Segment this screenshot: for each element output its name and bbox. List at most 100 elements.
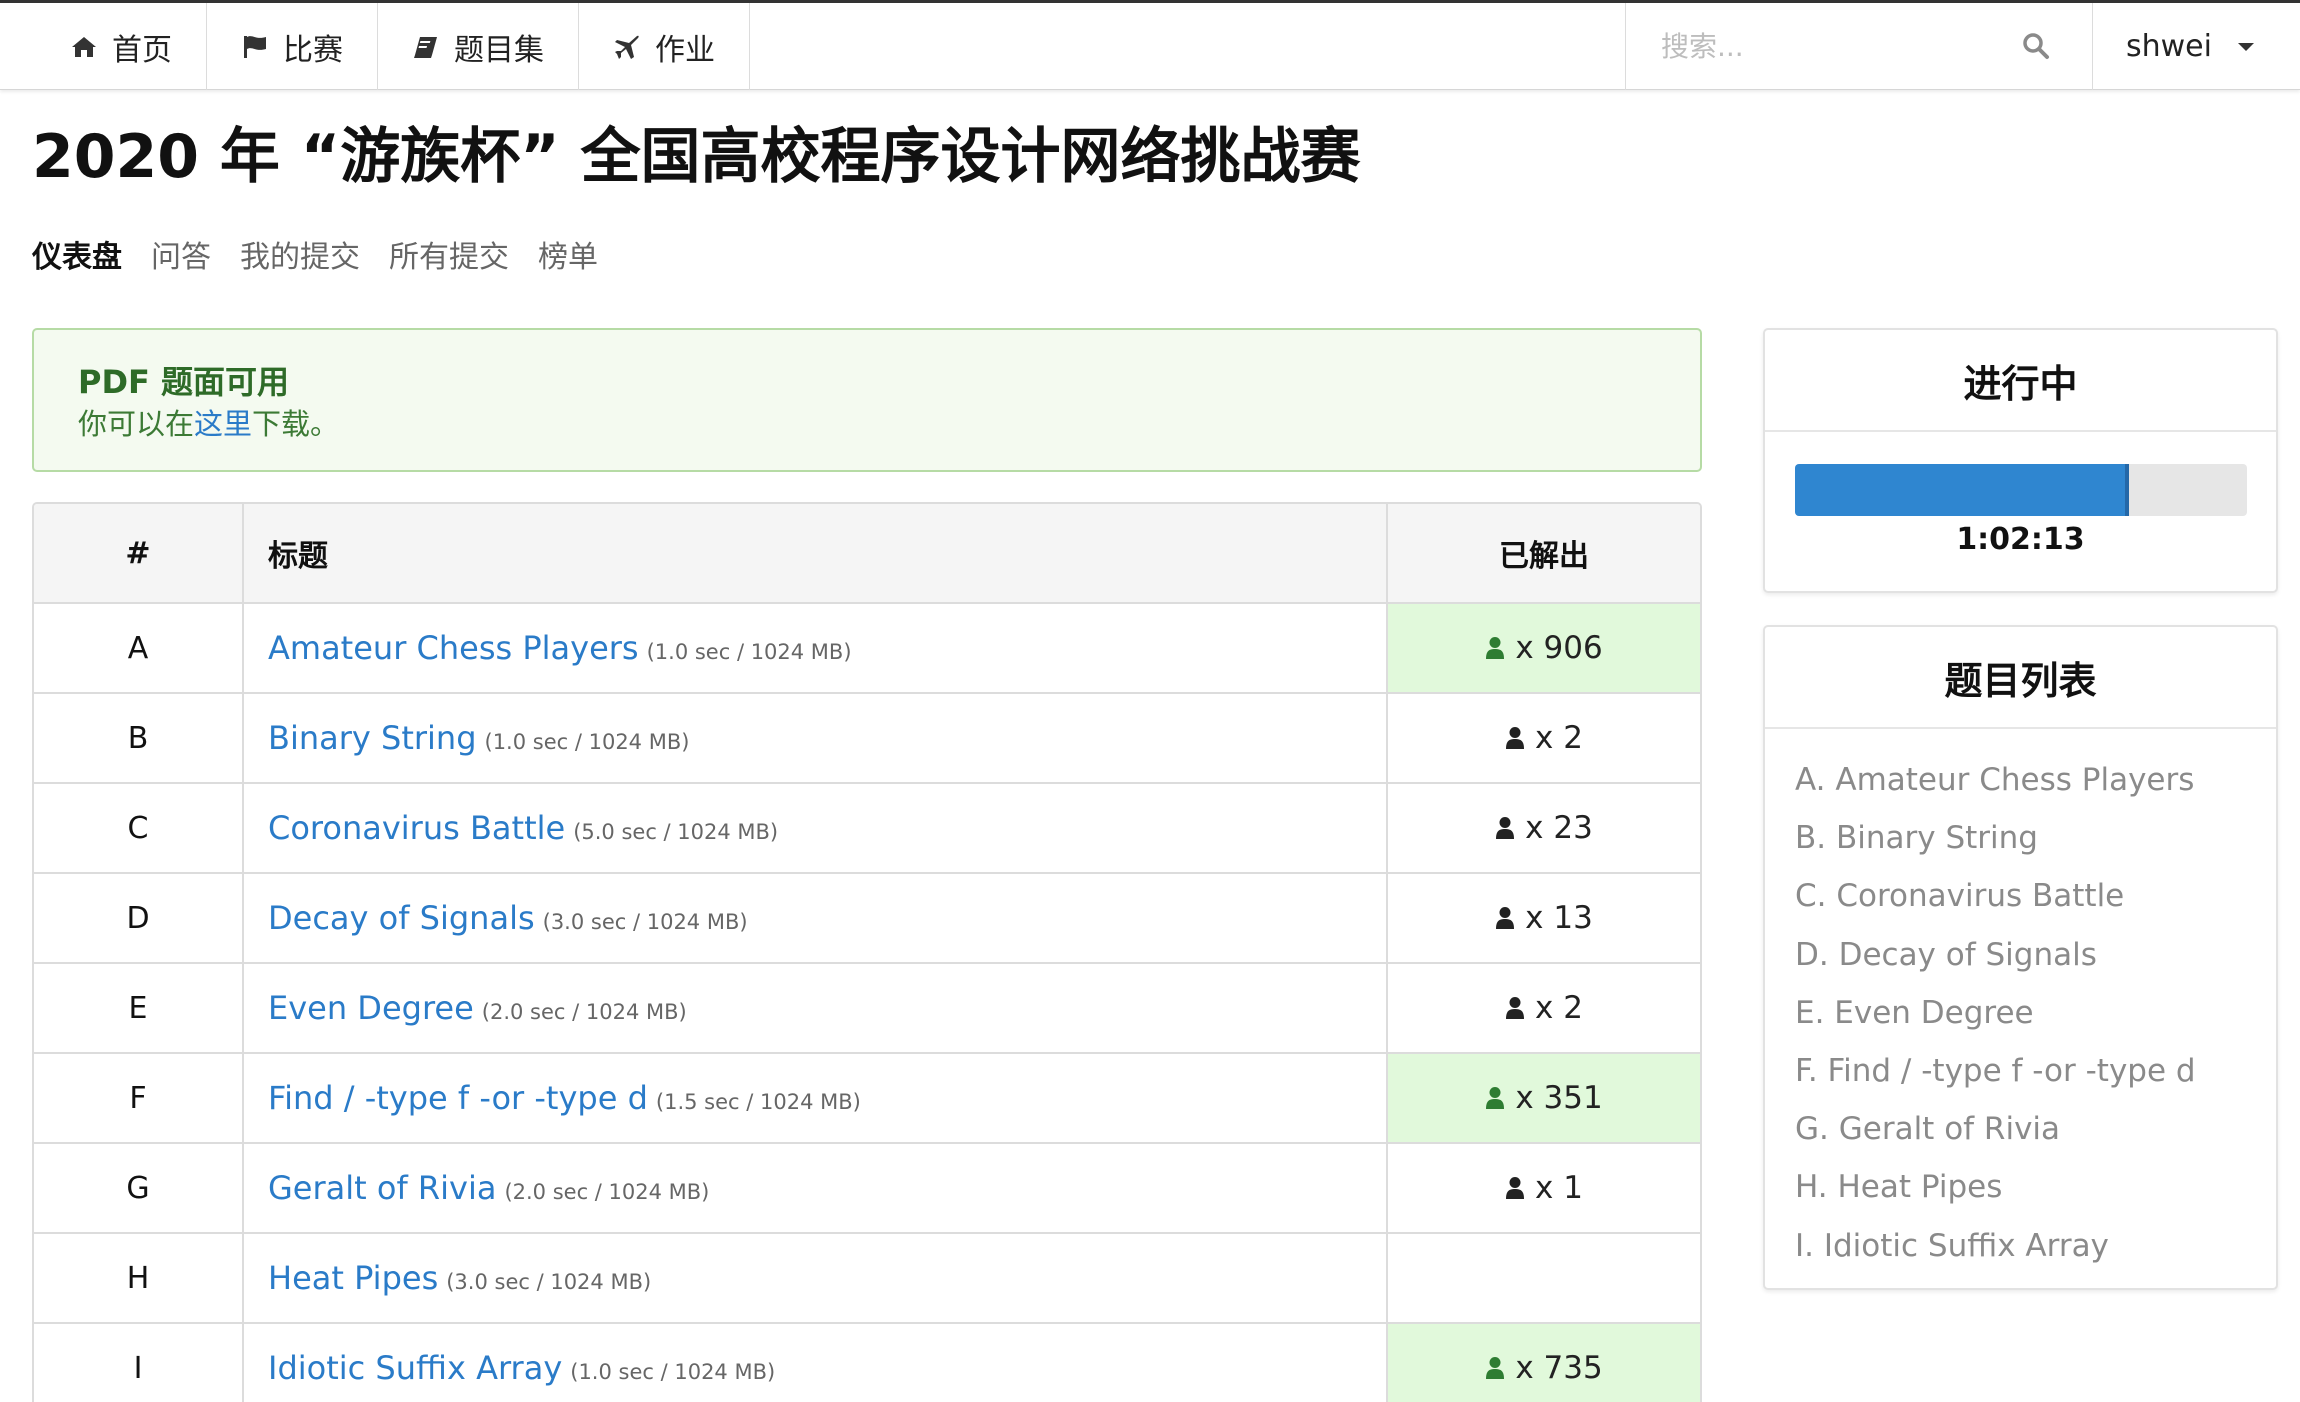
- solved-count: x 351: [1515, 1080, 1603, 1116]
- username: shwei: [2126, 29, 2212, 64]
- solved-count: x 906: [1515, 630, 1603, 666]
- solved-cell: x 2: [1388, 694, 1700, 782]
- user-menu[interactable]: shwei: [2093, 3, 2300, 90]
- problem-title-cell: Even Degree (2.0 sec / 1024 MB): [244, 964, 1388, 1052]
- tab-dashboard[interactable]: 仪表盘: [32, 232, 122, 276]
- user-icon: [1505, 1176, 1525, 1200]
- header-title: 标题: [244, 504, 1388, 602]
- problem-list: A. Amateur Chess Players B. Binary String…: [1765, 729, 2276, 1275]
- problem-link[interactable]: Amateur Chess Players: [268, 629, 639, 667]
- problem-link[interactable]: Decay of Signals: [268, 899, 535, 937]
- table-row: D Decay of Signals (3.0 sec / 1024 MB) x 13: [34, 874, 1700, 964]
- book-icon: [412, 33, 440, 61]
- user-icon: [1485, 1356, 1505, 1380]
- problem-list-card: 题目列表 A. Amateur Chess Players B. Binary S…: [1763, 625, 2278, 1290]
- contest-progress-bar: [1795, 464, 2247, 516]
- table-row: E Even Degree (2.0 sec / 1024 MB) x 2: [34, 964, 1700, 1054]
- solved-count: x 2: [1535, 720, 1583, 756]
- problem-link[interactable]: Idiotic Suffix Array: [268, 1349, 562, 1387]
- problem-table: # 标题 已解出 A Amateur Chess Players (1.0 sec …: [32, 502, 1702, 1402]
- problem-list-item[interactable]: B. Binary String: [1795, 809, 2246, 867]
- problem-link[interactable]: Even Degree: [268, 989, 474, 1027]
- search-input[interactable]: [1661, 30, 1991, 63]
- problem-list-item[interactable]: C. Coronavirus Battle: [1795, 867, 2246, 925]
- search-icon[interactable]: [2022, 32, 2050, 64]
- nav-homework[interactable]: 作业: [579, 3, 750, 90]
- problem-list-item[interactable]: G. Geralt of Rivia: [1795, 1100, 2246, 1158]
- nav-home-label: 首页: [112, 32, 172, 68]
- solved-cell: x 2: [1388, 964, 1700, 1052]
- user-icon: [1485, 1086, 1505, 1110]
- nav-home[interactable]: 首页: [0, 3, 207, 90]
- problem-limits: (1.5 sec / 1024 MB): [655, 1090, 861, 1114]
- user-icon: [1505, 726, 1525, 750]
- user-icon: [1505, 996, 1525, 1020]
- problem-link[interactable]: Geralt of Rivia: [268, 1169, 496, 1207]
- problem-title-cell: Heat Pipes (3.0 sec / 1024 MB): [244, 1234, 1388, 1322]
- problem-id: C: [34, 784, 244, 872]
- problem-id: D: [34, 874, 244, 962]
- problem-title-cell: Geralt of Rivia (2.0 sec / 1024 MB): [244, 1144, 1388, 1232]
- user-icon: [1495, 816, 1515, 840]
- problem-id: A: [34, 604, 244, 692]
- problem-list-item[interactable]: D. Decay of Signals: [1795, 926, 2246, 984]
- tab-standings[interactable]: 榜单: [538, 232, 598, 276]
- table-row: A Amateur Chess Players (1.0 sec / 1024 MB…: [34, 604, 1700, 694]
- status-title: 进行中: [1765, 330, 2276, 432]
- problem-title-cell: Decay of Signals (3.0 sec / 1024 MB): [244, 874, 1388, 962]
- contest-tabs: 仪表盘 问答 我的提交 所有提交 榜单: [32, 232, 598, 276]
- problem-limits: (1.0 sec / 1024 MB): [570, 1360, 776, 1384]
- alert-title: PDF 题面可用: [78, 363, 290, 401]
- problem-list-item[interactable]: F. Find / -type f -or -type d: [1795, 1042, 2246, 1100]
- table-body: A Amateur Chess Players (1.0 sec / 1024 MB…: [34, 604, 1700, 1402]
- plane-icon: [613, 33, 641, 61]
- problem-id: E: [34, 964, 244, 1052]
- flag-icon: [241, 33, 269, 61]
- search-box: [1625, 3, 2093, 90]
- problem-list-item[interactable]: A. Amateur Chess Players: [1795, 751, 2246, 809]
- table-row: B Binary String (1.0 sec / 1024 MB) x 2: [34, 694, 1700, 784]
- problem-list-item[interactable]: E. Even Degree: [1795, 984, 2246, 1042]
- solved-cell: x 735: [1388, 1324, 1700, 1402]
- table-row: I Idiotic Suffix Array (1.0 sec / 1024 MB)…: [34, 1324, 1700, 1402]
- solved-cell: x 23: [1388, 784, 1700, 872]
- user-icon: [1495, 906, 1515, 930]
- solved-cell: x 906: [1388, 604, 1700, 692]
- solved-cell: x 13: [1388, 874, 1700, 962]
- problem-limits: (3.0 sec / 1024 MB): [542, 910, 748, 934]
- pdf-download-link[interactable]: 这里: [194, 407, 252, 441]
- main-nav: 首页 比赛 题目集 作业: [0, 3, 750, 90]
- solved-cell: x 1: [1388, 1144, 1700, 1232]
- problem-limits: (1.0 sec / 1024 MB): [484, 730, 690, 754]
- problem-link[interactable]: Binary String: [268, 719, 477, 757]
- problem-id: F: [34, 1054, 244, 1142]
- nav-contests-label: 比赛: [283, 32, 343, 68]
- problem-limits: (1.0 sec / 1024 MB): [646, 640, 852, 664]
- page-title: 2020 年 “游族杯” 全国高校程序设计网络挑战赛: [32, 122, 1361, 192]
- problem-limits: (5.0 sec / 1024 MB): [573, 820, 779, 844]
- tab-all-submissions[interactable]: 所有提交: [389, 232, 509, 276]
- problem-link[interactable]: Find / -type f -or -type d: [268, 1079, 648, 1117]
- alert-text-after: 下载。: [252, 407, 340, 441]
- problem-link[interactable]: Heat Pipes: [268, 1259, 438, 1297]
- problem-title-cell: Find / -type f -or -type d (1.5 sec / 102…: [244, 1054, 1388, 1142]
- problem-link[interactable]: Coronavirus Battle: [268, 809, 565, 847]
- problem-list-item[interactable]: H. Heat Pipes: [1795, 1158, 2246, 1216]
- solved-count: x 13: [1525, 900, 1593, 936]
- solved-count: x 1: [1535, 1170, 1583, 1206]
- nav-problemsets-label: 题目集: [454, 32, 544, 68]
- top-navbar: 首页 比赛 题目集 作业 shwei: [0, 0, 2300, 90]
- problem-list-item[interactable]: I. Idiotic Suffix Array: [1795, 1217, 2246, 1275]
- table-header: # 标题 已解出: [34, 504, 1700, 604]
- nav-contests[interactable]: 比赛: [207, 3, 378, 90]
- progress-fill: [1795, 464, 2130, 516]
- tab-clarifications[interactable]: 问答: [151, 232, 211, 276]
- table-row: H Heat Pipes (3.0 sec / 1024 MB): [34, 1234, 1700, 1324]
- problem-id: G: [34, 1144, 244, 1232]
- table-row: G Geralt of Rivia (2.0 sec / 1024 MB) x 1: [34, 1144, 1700, 1234]
- user-icon: [1485, 636, 1505, 660]
- alert-text: 你可以在这里下载。: [78, 404, 1656, 444]
- tab-my-submissions[interactable]: 我的提交: [240, 232, 360, 276]
- problem-title-cell: Amateur Chess Players (1.0 sec / 1024 MB): [244, 604, 1388, 692]
- nav-problemsets[interactable]: 题目集: [378, 3, 579, 90]
